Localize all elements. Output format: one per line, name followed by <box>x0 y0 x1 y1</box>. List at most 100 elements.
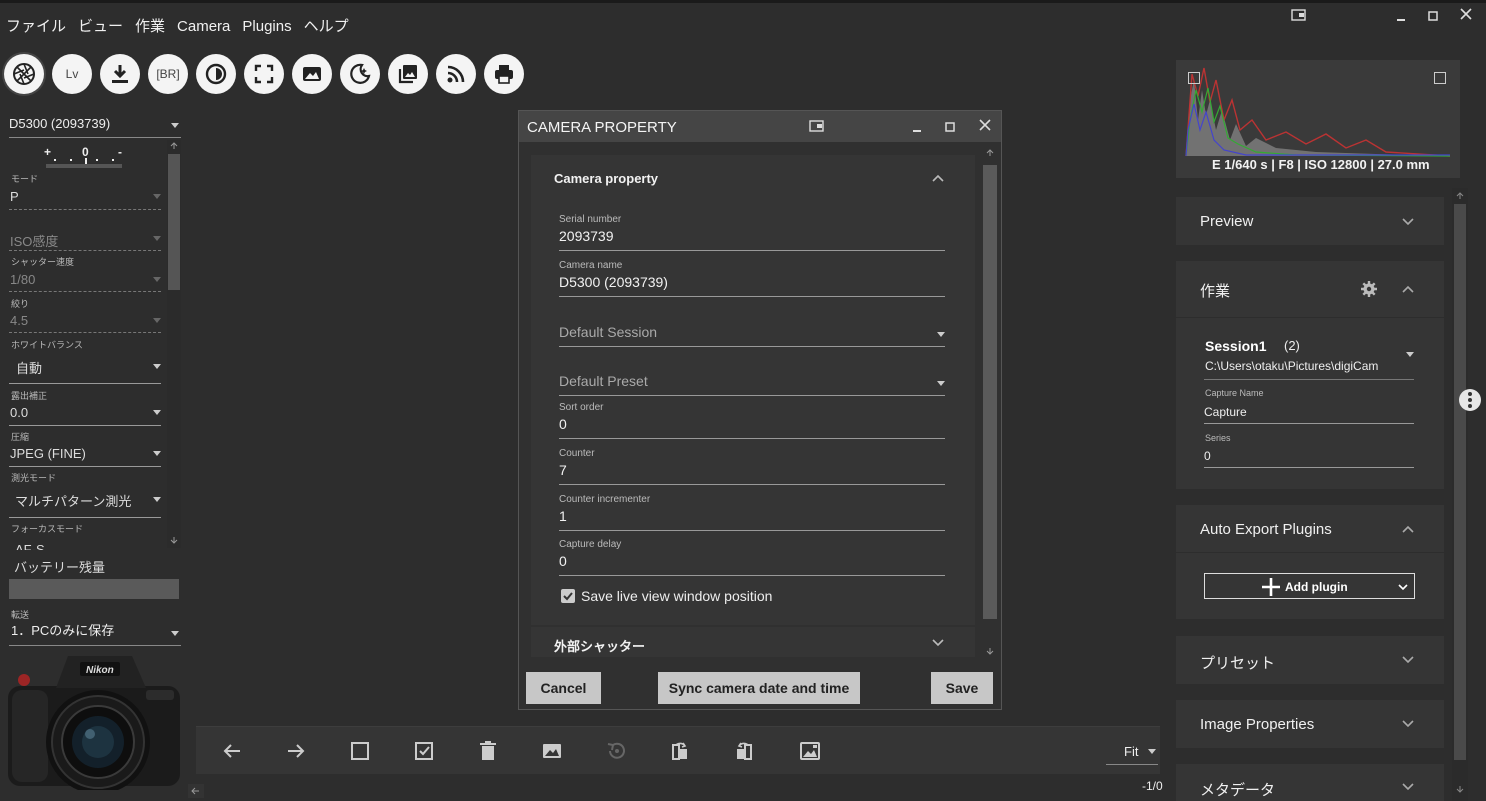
counter-incrementer-input[interactable]: 1 <box>559 508 945 531</box>
cancel-button[interactable]: Cancel <box>526 672 601 704</box>
sync-date-button[interactable]: Sync camera date and time <box>658 672 860 704</box>
chevron-down-icon[interactable] <box>1401 780 1415 794</box>
menu-work[interactable]: 作業 <box>135 16 165 38</box>
default-preset-select[interactable]: Default Preset <box>559 370 945 396</box>
scroll-up-icon[interactable] <box>1456 192 1464 200</box>
next-arrow-icon[interactable] <box>284 739 308 763</box>
save-button[interactable]: Save <box>931 672 993 704</box>
histogram-toggle-left[interactable] <box>1188 72 1200 84</box>
right-panel-scrollbar-thumb[interactable] <box>1454 204 1466 760</box>
scroll-down-icon[interactable] <box>986 647 994 655</box>
maximize-icon[interactable] <box>945 120 955 132</box>
night-mode-button[interactable] <box>340 54 380 94</box>
settings-scrollbar-thumb[interactable] <box>168 154 180 290</box>
scroll-down-icon[interactable] <box>170 536 178 544</box>
chevron-down-icon[interactable] <box>1401 653 1415 667</box>
chevron-up-icon[interactable] <box>931 171 945 185</box>
save-position-checkbox[interactable] <box>561 589 575 603</box>
menu-camera[interactable]: Camera <box>177 16 230 38</box>
counter-input[interactable]: 7 <box>559 462 945 485</box>
sort-order-field[interactable]: Sort order 0 <box>559 402 945 439</box>
menu-plugins[interactable]: Plugins <box>242 16 291 38</box>
print-button[interactable] <box>484 54 524 94</box>
dialog-scrollbar-thumb[interactable] <box>983 165 997 619</box>
default-preset-value[interactable]: Default Preset <box>559 373 945 396</box>
shutter-value[interactable]: 1/80 <box>10 272 35 287</box>
image-edit-icon[interactable] <box>798 739 822 763</box>
image-icon[interactable] <box>540 739 564 763</box>
close-icon[interactable] <box>1458 8 1474 26</box>
scroll-up-icon[interactable] <box>986 149 994 157</box>
image-button[interactable] <box>292 54 332 94</box>
liveview-button[interactable]: Lv <box>52 54 92 94</box>
fullscreen-button[interactable] <box>244 54 284 94</box>
right-panel-scrollbar[interactable] <box>1452 188 1468 801</box>
capture-name-input[interactable]: Capture <box>1204 405 1247 419</box>
scroll-down-icon[interactable] <box>1456 785 1464 793</box>
checked-box-icon[interactable] <box>412 739 436 763</box>
trash-icon[interactable] <box>476 739 500 763</box>
menu-file[interactable]: ファイル <box>6 16 66 38</box>
close-icon[interactable] <box>979 119 991 131</box>
more-options-button[interactable] <box>1459 389 1481 411</box>
chevron-up-icon[interactable] <box>1401 282 1415 296</box>
counter-field[interactable]: Counter 7 <box>559 448 945 485</box>
minimize-icon[interactable] <box>1394 10 1408 28</box>
sort-order-input[interactable]: 0 <box>559 416 945 439</box>
scroll-left-button[interactable] <box>188 784 204 798</box>
external-shutter-section[interactable]: 外部シャッター <box>531 627 975 657</box>
capture-delay-input[interactable]: 0 <box>559 553 945 576</box>
transfer-select[interactable]: 1．PCのみに保存 <box>9 616 181 646</box>
focus-value[interactable]: AF-S <box>15 542 45 550</box>
series-input[interactable]: 0 <box>1204 449 1211 463</box>
camera-name-input[interactable]: D5300 (2093739) <box>559 274 945 297</box>
menu-view[interactable]: ビュー <box>78 16 123 38</box>
session-select[interactable]: Session1 (2) C:\Users\otaku\Pictures\dig… <box>1204 335 1416 375</box>
ev-value[interactable]: 0.0 <box>10 405 28 420</box>
rotate-right-icon[interactable] <box>732 739 756 763</box>
unchecked-box-icon[interactable] <box>348 739 372 763</box>
image-properties-panel[interactable]: Image Properties <box>1176 700 1444 748</box>
serial-value[interactable]: 2093739 <box>559 228 945 251</box>
capture-delay-field[interactable]: Capture delay 0 <box>559 539 945 576</box>
preview-panel[interactable]: Preview <box>1176 197 1444 245</box>
zoom-value[interactable]: Fit <box>1124 744 1138 759</box>
iso-label[interactable]: ISO感度 <box>10 231 58 250</box>
default-session-select[interactable]: Default Session <box>559 321 945 347</box>
gear-icon[interactable] <box>1360 280 1378 298</box>
gallery-button[interactable] <box>388 54 428 94</box>
add-plugin-button[interactable]: Add plugin <box>1204 573 1415 599</box>
bracketing-button[interactable]: [BR] <box>148 54 188 94</box>
menu-help[interactable]: ヘルプ <box>304 16 349 38</box>
chevron-down-icon[interactable] <box>1401 215 1415 229</box>
rotate-left-icon[interactable] <box>668 739 692 763</box>
histogram-toggle-right[interactable] <box>1434 72 1446 84</box>
maximize-icon[interactable] <box>1426 9 1440 27</box>
default-session-value[interactable]: Default Session <box>559 324 945 347</box>
chevron-down-icon[interactable] <box>1401 717 1415 731</box>
compression-value[interactable]: JPEG (FINE) <box>10 446 86 461</box>
wb-value[interactable]: 自動 <box>16 358 42 377</box>
timelapse-button[interactable] <box>196 54 236 94</box>
counter-incrementer-field[interactable]: Counter incrementer 1 <box>559 494 945 531</box>
settings-scrollbar[interactable] <box>167 140 181 548</box>
scroll-up-icon[interactable] <box>170 142 178 150</box>
aperture-value[interactable]: 4.5 <box>10 313 28 328</box>
metadata-panel[interactable]: メタデータ <box>1176 764 1444 801</box>
camera-name-field[interactable]: Camera name D5300 (2093739) <box>559 260 945 297</box>
serial-field[interactable]: Serial number 2093739 <box>559 214 945 251</box>
chevron-down-icon[interactable] <box>931 636 945 650</box>
dialog-scrollbar[interactable] <box>981 145 999 659</box>
wifi-button[interactable] <box>436 54 476 94</box>
dock-icon[interactable] <box>1290 8 1308 26</box>
aperture-capture-button[interactable] <box>4 54 44 94</box>
prev-arrow-icon[interactable] <box>220 739 244 763</box>
preset-panel[interactable]: プリセット <box>1176 636 1444 684</box>
mode-value[interactable]: P <box>10 189 19 204</box>
download-button[interactable] <box>100 54 140 94</box>
camera-select[interactable]: D5300 (2093739) <box>9 108 181 138</box>
chevron-up-icon[interactable] <box>1401 522 1415 536</box>
dock-icon[interactable] <box>809 119 825 133</box>
minimize-icon[interactable] <box>912 121 922 132</box>
metering-value[interactable]: マルチパターン測光 <box>15 491 131 510</box>
